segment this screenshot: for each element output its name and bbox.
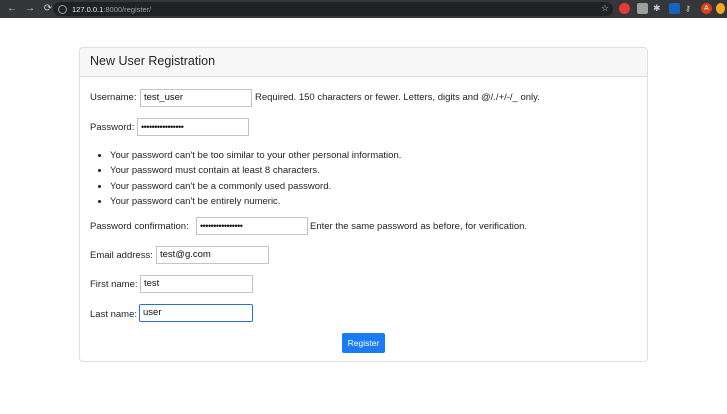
extension-gray-icon[interactable]: [637, 3, 648, 14]
username-label: Username:: [90, 92, 137, 103]
password-label: Password:: [90, 122, 135, 133]
password-confirmation-label: Password confirmation:: [90, 221, 189, 232]
browser-toolbar: ← → ⟳ 127.0.0.1:8000/register/ ☆ ✱ ⚷ A: [0, 0, 727, 18]
extension-red-icon[interactable]: [619, 3, 630, 14]
key-icon[interactable]: ⚷: [685, 3, 696, 14]
password-input[interactable]: ••••••••••••••••: [137, 118, 249, 136]
email-label: Email address:: [90, 250, 153, 261]
list-item: Your password can't be a commonly used p…: [110, 179, 401, 194]
forward-icon[interactable]: →: [24, 3, 36, 15]
bookmark-star-icon[interactable]: ☆: [601, 3, 609, 14]
last-name-input[interactable]: user: [139, 304, 253, 322]
address-bar[interactable]: 127.0.0.1:8000/register/ ☆: [53, 2, 613, 16]
extension-yellow-icon[interactable]: [716, 3, 725, 14]
back-icon[interactable]: ←: [6, 3, 18, 15]
password-rules-list: Your password can't be too similar to yo…: [90, 148, 401, 209]
site-info-icon[interactable]: [58, 4, 67, 14]
page-title: New User Registration: [90, 54, 216, 68]
list-item: Your password can't be entirely numeric.: [110, 194, 401, 209]
last-name-label: Last name:: [90, 309, 137, 320]
profile-avatar[interactable]: A: [701, 3, 712, 14]
first-name-input[interactable]: test: [140, 275, 253, 293]
url-text: 127.0.0.1:8000/register/: [72, 4, 152, 14]
username-help-text: Required. 150 characters or fewer. Lette…: [255, 92, 540, 103]
password-confirmation-help-text: Enter the same password as before, for v…: [310, 221, 528, 232]
username-input[interactable]: test_user: [140, 89, 252, 107]
list-item: Your password must contain at least 8 ch…: [110, 163, 401, 178]
puzzle-extensions-icon[interactable]: ✱: [653, 3, 664, 14]
register-button[interactable]: Register: [342, 333, 385, 353]
email-input[interactable]: test@g.com: [156, 246, 269, 264]
password-confirmation-input[interactable]: ••••••••••••••••: [196, 217, 308, 235]
list-item: Your password can't be too similar to yo…: [110, 148, 401, 163]
first-name-label: First name:: [90, 279, 138, 290]
extension-blue-icon[interactable]: [669, 3, 680, 14]
